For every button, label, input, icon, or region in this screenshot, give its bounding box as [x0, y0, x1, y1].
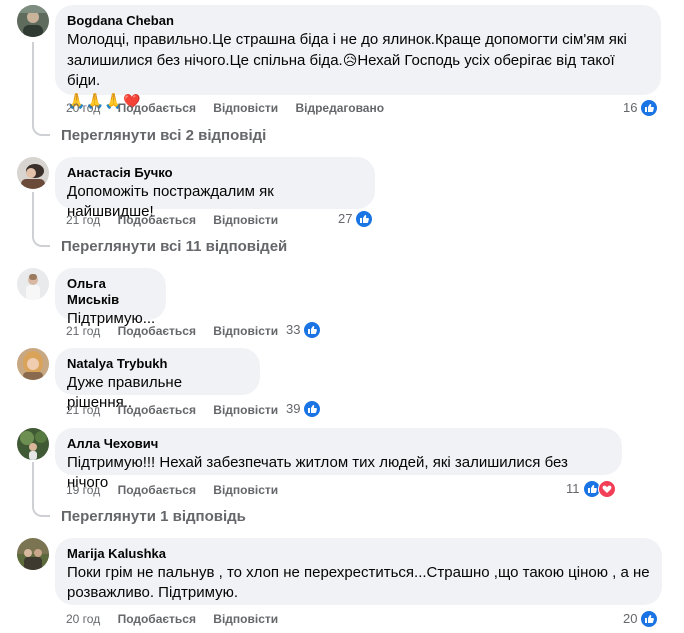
thread-connector	[32, 192, 50, 247]
reply-button[interactable]: Відповісти	[213, 213, 278, 227]
comment-actions: 20 год Подобається Відповісти	[66, 611, 292, 627]
reaction-count[interactable]: 16	[623, 99, 659, 117]
view-replies-link[interactable]: Переглянути всі 2 відповіді	[61, 126, 266, 146]
comment-timestamp[interactable]: 19 год	[66, 483, 100, 497]
love-icon	[597, 480, 616, 498]
comment-author[interactable]: Marija Kalushka	[67, 546, 650, 562]
view-replies-link[interactable]: Переглянути всі 11 відповідей	[61, 237, 287, 257]
thread-connector	[32, 42, 50, 136]
comment-bubble: Ольга Миськів Підтримую...	[55, 268, 166, 327]
comment-bubble: Natalya Trybukh Дуже правильне рішення..	[55, 348, 260, 411]
comment-actions: 21 год Подобається Відповісти	[66, 323, 292, 339]
like-button[interactable]: Подобається	[118, 213, 196, 227]
comment-actions: 19 год Подобається Відповісти	[66, 482, 292, 498]
like-icon	[303, 321, 322, 339]
reaction-count[interactable]: 11	[566, 480, 616, 498]
reply-button[interactable]: Відповісти	[213, 403, 278, 417]
comment-author[interactable]: Bogdana Cheban	[67, 13, 649, 29]
like-icon	[355, 210, 374, 228]
edited-label[interactable]: Відредаговано	[295, 101, 384, 115]
like-button[interactable]: Подобається	[118, 101, 196, 115]
avatar[interactable]	[17, 5, 49, 37]
reaction-count[interactable]: 33	[286, 321, 322, 339]
comment-actions: 21 год Подобається Відповісти	[66, 402, 292, 418]
reply-button[interactable]: Відповісти	[213, 101, 278, 115]
comment-bubble: Marija Kalushka Поки грім не пальнув , т…	[55, 538, 662, 605]
comment-timestamp[interactable]: 20 год	[66, 612, 100, 626]
avatar[interactable]	[17, 157, 49, 189]
avatar[interactable]	[17, 268, 49, 300]
comment-author[interactable]: Ольга Миськів	[67, 276, 154, 308]
reaction-count[interactable]: 20	[623, 610, 659, 628]
comment-timestamp[interactable]: 21 год	[66, 324, 100, 338]
avatar[interactable]	[17, 348, 49, 380]
comment-author[interactable]: Анастасія Бучко	[67, 165, 363, 181]
like-icon	[640, 99, 659, 117]
avatar[interactable]	[17, 538, 49, 570]
comment-bubble: Анастасія Бучко Допоможіть постраждалим …	[55, 157, 375, 220]
reaction-count[interactable]: 27	[338, 210, 374, 228]
comment-actions: 20 год Подобається Відповісти Відредагов…	[66, 100, 398, 116]
reply-button[interactable]: Відповісти	[213, 324, 278, 338]
comment-text: Поки грім не пальнув , то хлоп не перехр…	[67, 564, 650, 601]
comment-bubble: Алла Чехович Підтримую!!! Нехай забезпеч…	[55, 428, 622, 491]
comment-bubble: Bogdana Cheban Молодці, правильно.Це стр…	[55, 5, 661, 110]
reply-button[interactable]: Відповісти	[213, 612, 278, 626]
comment-timestamp[interactable]: 21 год	[66, 403, 100, 417]
like-button[interactable]: Подобається	[118, 483, 196, 497]
reaction-count[interactable]: 39	[286, 400, 322, 418]
like-icon	[640, 610, 659, 628]
view-replies-link[interactable]: Переглянути 1 відповідь	[61, 507, 246, 527]
sad-emoji: 😥	[342, 52, 358, 68]
comment-author[interactable]: Natalya Trybukh	[67, 356, 248, 372]
like-button[interactable]: Подобається	[118, 612, 196, 626]
thread-connector	[32, 462, 50, 517]
comment-author[interactable]: Алла Чехович	[67, 436, 610, 452]
like-button[interactable]: Подобається	[118, 403, 196, 417]
comment-actions: 21 год Подобається Відповісти	[66, 212, 292, 228]
comment-timestamp[interactable]: 20 год	[66, 101, 100, 115]
reply-button[interactable]: Відповісти	[213, 483, 278, 497]
like-icon	[303, 400, 322, 418]
like-button[interactable]: Подобається	[118, 324, 196, 338]
comment-timestamp[interactable]: 21 год	[66, 213, 100, 227]
avatar[interactable]	[17, 428, 49, 460]
